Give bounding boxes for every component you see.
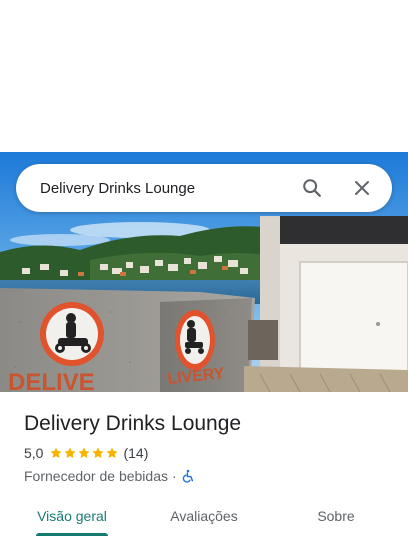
tab-reviews[interactable]: Avaliações [164,496,244,536]
search-icon [303,179,321,197]
close-button[interactable] [338,164,386,212]
category-row: Fornecedor de bebidas · [24,467,394,485]
active-tab-indicator [36,533,108,536]
star-icon [64,447,77,459]
search-button[interactable] [288,164,336,212]
close-icon [355,181,369,195]
rating-value: 5,0 [24,445,44,461]
star-rating [49,446,119,460]
star-icon [50,447,63,459]
search-bar[interactable]: Delivery Drinks Lounge [16,164,392,212]
star-icon [106,447,119,459]
star-icon [78,447,91,459]
place-tabs: Visão geral Avaliações Sobre [0,496,408,536]
tab-overview[interactable]: Visão geral [36,496,108,536]
separator-dot: · [172,468,177,484]
place-title: Delivery Drinks Lounge [24,412,242,435]
review-count: (14) [123,445,149,461]
tab-about[interactable]: Sobre [306,496,366,536]
svg-text:DELIVE: DELIVE [8,369,95,392]
star-icon [92,447,105,459]
search-input[interactable]: Delivery Drinks Lounge [16,180,288,197]
place-info: Delivery Drinks Lounge 5,0 (14) Forneced… [24,392,394,485]
place-category: Fornecedor de bebidas [24,468,168,484]
wheelchair-icon[interactable] [181,469,195,483]
rating-row[interactable]: 5,0 (14) [24,444,394,462]
